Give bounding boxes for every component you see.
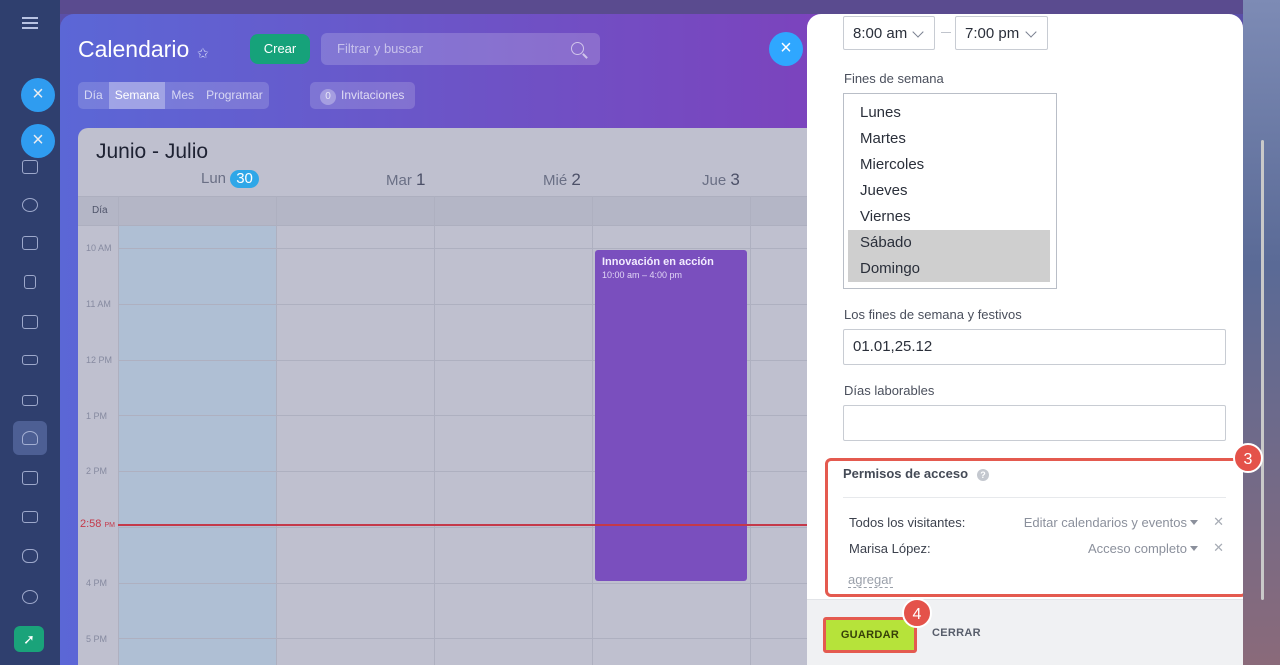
robot-icon[interactable] <box>18 544 42 568</box>
day-header[interactable]: Jue 3 <box>702 170 740 190</box>
hour-label: 12 PM <box>86 355 113 365</box>
grid-line <box>276 196 277 665</box>
workdays-label: Días laborables <box>844 383 935 398</box>
calendar-event[interactable]: Innovación en acción 10:00 am – 4:00 pm <box>595 250 747 581</box>
grid-line <box>434 196 435 665</box>
close-settings-button[interactable]: × <box>769 32 803 66</box>
day-header[interactable]: Mié 2 <box>543 170 581 190</box>
day-header[interactable]: Lun 30 <box>201 170 259 188</box>
checkbox-icon[interactable] <box>18 466 42 490</box>
chevron-down-icon <box>1025 26 1037 38</box>
tab-day[interactable]: Día <box>78 82 109 109</box>
hexagon-icon[interactable] <box>18 193 42 217</box>
background-strip <box>60 0 1243 14</box>
hour-label: 5 PM <box>86 634 108 644</box>
panel-footer: GUARDAR CERRAR <box>807 599 1243 665</box>
page-title: Calendario <box>78 36 190 62</box>
weekday-option[interactable]: Lunes <box>848 100 1050 126</box>
hour-label: 4 PM <box>86 578 108 588</box>
event-time: 10:00 am – 4:00 pm <box>602 270 683 280</box>
save-button[interactable]: GUARDAR <box>823 617 917 653</box>
work-start-value: 8:00 am <box>853 25 908 42</box>
work-end-select[interactable]: 7:00 pm <box>955 16 1048 50</box>
allday-row[interactable] <box>78 196 820 226</box>
search-input[interactable]: Filtrar y buscar <box>321 33 600 65</box>
grid-line <box>118 583 820 584</box>
invitations-count: 0 <box>320 89 336 105</box>
document-icon[interactable] <box>18 270 42 294</box>
work-start-select[interactable]: 8:00 am <box>843 16 935 50</box>
current-time-line <box>118 524 820 526</box>
weekday-option[interactable]: Jueves <box>848 178 1050 204</box>
close-icon[interactable]: × <box>21 78 55 112</box>
today-column <box>118 226 276 665</box>
day-header[interactable]: Mar 1 <box>386 170 425 190</box>
rocket-icon[interactable]: ➚ <box>14 626 44 652</box>
hour-label: 1 PM <box>86 411 108 421</box>
scrollbar[interactable] <box>1261 140 1264 600</box>
tab-month[interactable]: Mes <box>165 82 200 109</box>
tab-week[interactable]: Semana <box>108 82 166 109</box>
range-title: Junio - Julio <box>96 140 209 163</box>
drive-icon[interactable] <box>18 348 42 372</box>
grid-line <box>592 196 593 665</box>
tasks-icon[interactable] <box>18 155 42 179</box>
invitations-button[interactable]: 0 Invitaciones <box>310 82 415 109</box>
work-end-value: 7:00 pm <box>965 25 1020 42</box>
filter-icon[interactable] <box>18 505 42 529</box>
allday-label: Día <box>92 205 108 216</box>
chevron-down-icon <box>912 26 924 38</box>
settings-panel: 8:00 am 7:00 pm Fines de semana Lunes Ma… <box>807 14 1243 665</box>
current-time-label: 2:58 PM <box>80 518 115 530</box>
grid-line <box>118 248 820 249</box>
board-icon[interactable] <box>18 310 42 334</box>
week-grid: Junio - Julio Lun 30 Mar 1 Mié 2 Jue 3 D… <box>78 128 820 665</box>
settings-icon[interactable] <box>18 585 42 609</box>
tab-schedule[interactable]: Programar <box>200 82 269 109</box>
annotation-highlight <box>825 458 1243 597</box>
grid-line <box>750 196 751 665</box>
annotation-badge: 3 <box>1233 443 1263 473</box>
mail-icon[interactable] <box>18 388 42 412</box>
close-button[interactable]: CERRAR <box>932 627 981 639</box>
weekend-label: Fines de semana <box>844 71 944 86</box>
grid-line <box>118 638 820 639</box>
weekday-option[interactable]: Miercoles <box>848 152 1050 178</box>
invitations-label: Invitaciones <box>341 88 405 102</box>
calendar-icon[interactable] <box>18 231 42 255</box>
calendar-panel: Calendario ✩ Crear Filtrar y buscar Día … <box>60 14 820 665</box>
users-icon[interactable] <box>13 421 47 455</box>
weekday-option[interactable]: Viernes <box>848 204 1050 230</box>
menu-icon[interactable] <box>22 17 38 29</box>
search-icon[interactable] <box>571 42 584 55</box>
hour-label: 11 AM <box>86 299 111 309</box>
holidays-label: Los fines de semana y festivos <box>844 307 1022 322</box>
search-placeholder: Filtrar y buscar <box>337 41 423 56</box>
annotation-badge: 4 <box>902 598 932 628</box>
today-badge: 30 <box>230 170 259 188</box>
holidays-input[interactable]: 01.01,25.12 <box>843 329 1226 365</box>
close-icon[interactable]: × <box>21 124 55 158</box>
hour-label: 10 AM <box>86 243 112 253</box>
event-title: Innovación en acción <box>602 256 714 268</box>
grid-line <box>118 196 119 665</box>
weekday-option-selected[interactable]: Domingo <box>848 256 1050 282</box>
view-tabs: Día Semana Mes Programar <box>78 82 269 109</box>
weekend-multiselect[interactable]: Lunes Martes Miercoles Jueves Viernes Sá… <box>843 93 1057 289</box>
weekday-option-selected[interactable]: Sábado <box>848 230 1050 256</box>
hour-label: 2 PM <box>86 466 108 476</box>
range-dash <box>941 32 951 33</box>
pin-icon[interactable]: ✩ <box>197 45 209 62</box>
workdays-input[interactable] <box>843 405 1226 441</box>
weekday-option[interactable]: Martes <box>848 126 1050 152</box>
create-button[interactable]: Crear <box>250 34 310 64</box>
